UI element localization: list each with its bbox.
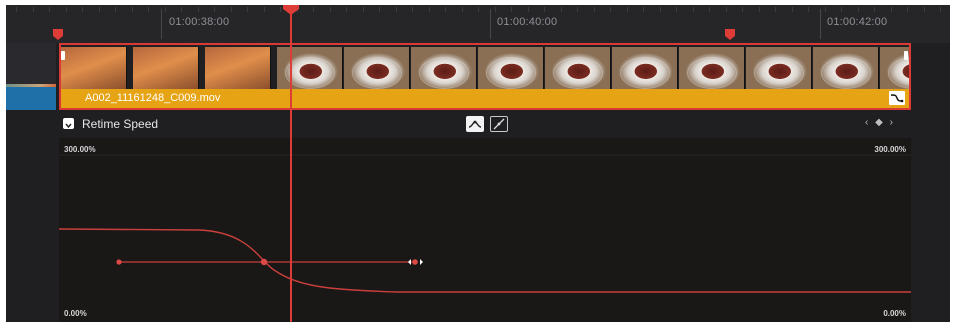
- ruler-major-tick: [490, 9, 491, 39]
- ruler-minor-tick: [808, 7, 809, 12]
- ruler-minor-tick: [132, 7, 133, 12]
- ruler-major-tick: [161, 9, 162, 39]
- clip-frame-thumbnail: [545, 47, 611, 89]
- ruler-minor-tick: [412, 7, 413, 12]
- ruler-minor-tick: [247, 7, 248, 12]
- timecode-ruler[interactable]: 01:00:38:00 01:00:40:00 01:00:42:00: [6, 5, 950, 43]
- ruler-minor-tick: [148, 7, 149, 12]
- ruler-minor-tick: [198, 7, 199, 12]
- clip-frame-thumbnail: [277, 47, 343, 89]
- clip-trim-handle-left[interactable]: [61, 51, 65, 60]
- ruler-minor-tick: [693, 7, 694, 12]
- ruler-minor-tick: [115, 7, 116, 12]
- ruler-minor-tick: [511, 7, 512, 12]
- ruler-minor-tick: [462, 7, 463, 12]
- selected-clip[interactable]: A002_11161248_C009.mov: [59, 43, 911, 110]
- retime-curve-icon[interactable]: [889, 91, 905, 105]
- ruler-minor-tick: [181, 7, 182, 12]
- ruler-minor-tick: [924, 7, 925, 12]
- ruler-minor-tick: [478, 7, 479, 12]
- clip-frame-thumbnail: [679, 47, 745, 89]
- ruler-major-tick: [820, 9, 821, 39]
- ruler-minor-tick: [594, 7, 595, 12]
- ruler-minor-tick: [379, 7, 380, 12]
- clip-frame-thumbnail: [61, 47, 127, 89]
- timecode-label: 01:00:40:00: [497, 16, 558, 28]
- ruler-minor-tick: [577, 7, 578, 12]
- ruler-minor-tick: [742, 7, 743, 12]
- clip-marker[interactable]: [53, 29, 63, 40]
- ruler-minor-tick: [429, 7, 430, 12]
- clip-frame-thumbnail: [746, 47, 812, 89]
- ruler-minor-tick: [363, 7, 364, 12]
- ruler-minor-tick: [280, 7, 281, 12]
- ruler-minor-tick: [759, 7, 760, 12]
- ruler-minor-tick: [561, 7, 562, 12]
- clip-frame-thumbnail: [612, 47, 678, 89]
- timeline-window: 01:00:38:00 01:00:40:00 01:00:42:00 A002…: [6, 5, 950, 322]
- clip-name-bar[interactable]: A002_11161248_C009.mov: [61, 89, 909, 108]
- ruler-minor-tick: [775, 7, 776, 12]
- ruler-minor-tick: [726, 7, 727, 12]
- video-track-header[interactable]: [6, 43, 56, 87]
- ruler-minor-tick: [264, 7, 265, 12]
- ruler-minor-tick: [445, 7, 446, 12]
- clip-frame-thumbnail: [813, 47, 879, 89]
- speed-curve[interactable]: [59, 228, 911, 293]
- ruler-minor-tick: [165, 7, 166, 12]
- ruler-minor-tick: [528, 7, 529, 12]
- handle-arrow-left-icon: [408, 259, 411, 265]
- ruler-minor-tick: [49, 7, 50, 12]
- clip-filmstrip: [61, 47, 909, 89]
- clip-frame-thumbnail: [205, 47, 271, 89]
- handle-arrow-right-icon: [420, 259, 423, 265]
- timecode-label: 01:00:42:00: [827, 16, 888, 28]
- bezier-handle-point[interactable]: [116, 259, 122, 265]
- ruler-minor-tick: [940, 7, 941, 12]
- ruler-minor-tick: [627, 7, 628, 12]
- ruler-minor-tick: [825, 7, 826, 12]
- ruler-minor-tick: [792, 7, 793, 12]
- ruler-minor-tick: [99, 7, 100, 12]
- ruler-minor-tick: [16, 7, 17, 12]
- ruler-minor-tick: [874, 7, 875, 12]
- ruler-minor-tick: [676, 7, 677, 12]
- ruler-minor-tick: [858, 7, 859, 12]
- ruler-minor-tick: [66, 7, 67, 12]
- clip-trim-handle-right[interactable]: [904, 51, 908, 60]
- ruler-minor-tick: [231, 7, 232, 12]
- clip-name: A002_11161248_C009.mov: [85, 92, 221, 104]
- ruler-minor-tick: [33, 7, 34, 12]
- ruler-minor-tick: [643, 7, 644, 12]
- ruler-minor-tick: [313, 7, 314, 12]
- timecode-label: 01:00:38:00: [169, 16, 230, 28]
- ruler-minor-tick: [610, 7, 611, 12]
- ruler-minor-tick: [214, 7, 215, 12]
- playhead-handle[interactable]: [283, 5, 299, 15]
- clip-frame-thumbnail: [478, 47, 544, 89]
- clip-frame-thumbnail: [344, 47, 410, 89]
- bezier-handle-point[interactable]: [412, 259, 418, 265]
- clip-frame-thumbnail: [411, 47, 477, 89]
- retime-speed-graph[interactable]: [59, 112, 911, 322]
- ruler-minor-tick: [660, 7, 661, 12]
- playhead-line[interactable]: [290, 5, 292, 322]
- ruler-minor-tick: [330, 7, 331, 12]
- ruler-minor-tick: [709, 7, 710, 12]
- track-color-label[interactable]: [6, 87, 56, 110]
- clip-marker[interactable]: [725, 29, 735, 40]
- ruler-minor-tick: [544, 7, 545, 12]
- retime-curve-editor[interactable]: Retime Speed ‹ ◆ › 300.00% 300.00% 0.00%…: [59, 112, 911, 322]
- ruler-minor-tick: [346, 7, 347, 12]
- ruler-minor-tick: [396, 7, 397, 12]
- ruler-minor-tick: [82, 7, 83, 12]
- speed-keyframe[interactable]: [260, 258, 268, 266]
- clip-frame-thumbnail: [133, 47, 199, 89]
- ruler-minor-tick: [891, 7, 892, 12]
- ruler-minor-tick: [495, 7, 496, 12]
- ruler-minor-tick: [907, 7, 908, 12]
- ruler-minor-tick: [841, 7, 842, 12]
